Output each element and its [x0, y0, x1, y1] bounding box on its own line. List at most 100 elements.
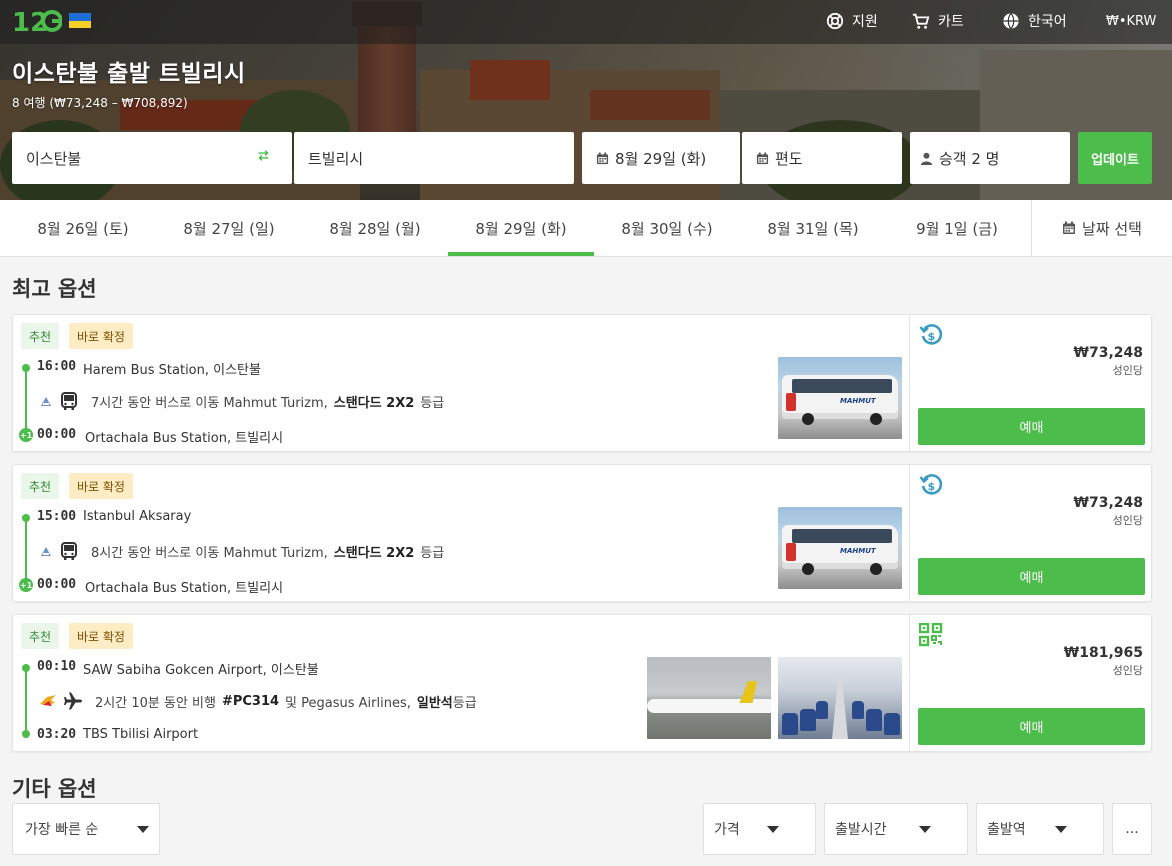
from-value: 이스탄불 [26, 149, 82, 168]
arrival-station: Ortachala Bus Station, 트빌리시 [85, 581, 284, 596]
more-filters-button[interactable]: ... [1112, 803, 1152, 855]
operator-logo-icon [41, 397, 51, 406]
refund-icon: $ [919, 324, 943, 345]
nav-support[interactable]: 지원 [826, 10, 878, 32]
arrival-station: TBS Tbilisi Airport [83, 727, 199, 742]
to-field[interactable]: 트빌리시 [294, 132, 574, 184]
price-per: 성인당 [1112, 514, 1143, 527]
departure-station-filter-label: 출발역 [987, 822, 1026, 838]
trip-card[interactable]: 추천 바로 확정 +1 15:00 Istanbul Aksaray 8시간 동… [12, 464, 1152, 602]
price-filter-label: 가격 [714, 822, 740, 838]
book-button[interactable]: 예매 [918, 708, 1145, 745]
recommended-badge: 추천 [21, 473, 60, 499]
user-icon [920, 152, 933, 165]
trip-card[interactable]: 추천 바로 확정 +1 16:00 Harem Bus Station, 이스탄… [12, 314, 1152, 452]
date-tab-active[interactable]: 8월 29일 (화) [448, 200, 594, 256]
date-value: 8월 29일 (화) [615, 149, 707, 168]
nav-language-label: 한국어 [1028, 14, 1067, 30]
duration-text: 2시간 10분 동안 비행 [95, 695, 216, 711]
departure-time: 16:00 [37, 359, 77, 374]
date-tabs: 8월 26일 (토) 8월 27일 (일) 8월 28일 (월) 8월 29일 … [0, 200, 1172, 257]
instant-confirm-badge: 바로 확정 [69, 323, 133, 349]
date-tab[interactable]: 8월 26일 (토) [10, 200, 156, 256]
update-button[interactable]: 업데이트 [1078, 132, 1152, 184]
bus-icon [61, 542, 77, 560]
return-field[interactable]: 편도 [742, 132, 902, 184]
calendar-icon [756, 151, 769, 164]
book-button[interactable]: 예매 [918, 408, 1145, 445]
timeline-start-dot [22, 664, 30, 672]
timeline-start-dot [22, 364, 30, 372]
nav-cart[interactable]: 카트 [912, 10, 964, 32]
plane-icon [64, 692, 82, 710]
departure-station: SAW Sabiha Gokcen Airport, 이스탄불 [83, 663, 319, 678]
departure-station-filter[interactable]: 출발역 [976, 803, 1104, 855]
class-name: 스탠다드 2X2 [333, 545, 415, 561]
date-picker-button[interactable]: 날짜 선택 [1031, 200, 1172, 256]
departure-station: Harem Bus Station, 이스탄불 [83, 363, 261, 378]
date-tab[interactable]: 8월 31일 (목) [740, 200, 886, 256]
refund-icon: $ [919, 474, 943, 495]
nav-currency-label: ₩•KRW [1106, 13, 1157, 29]
sort-value: 가장 빠른 순 [25, 822, 99, 838]
book-button[interactable]: 예매 [918, 558, 1145, 595]
bus-photo[interactable]: MAHMUT [778, 357, 902, 439]
lifebuoy-icon [826, 12, 844, 30]
flight-number: #PC314 [221, 693, 280, 709]
bus-icon [61, 392, 77, 410]
departure-time-filter[interactable]: 출발시간 [824, 803, 968, 855]
class-suffix: 등급 [452, 695, 477, 711]
duration-text: 7시간 동안 버스로 이동 Mahmut Turizm, [91, 395, 328, 411]
date-tab[interactable]: 8월 28일 (월) [302, 200, 448, 256]
plane-photo[interactable] [647, 657, 771, 739]
next-day-badge: +1 [19, 578, 33, 592]
recommended-badge: 추천 [21, 323, 60, 349]
sort-select[interactable]: 가장 빠른 순 [12, 803, 160, 855]
card-divider [909, 315, 910, 451]
chevron-down-icon [1055, 826, 1067, 833]
class-name: 스탠다드 2X2 [333, 395, 415, 411]
trip-details: 2시간 10분 동안 비행 #PC314 및 Pegasus Airlines,… [39, 691, 477, 711]
class-name: 일반석 [416, 695, 453, 711]
timeline [25, 365, 27, 435]
airline-text: 및 Pegasus Airlines, [285, 695, 411, 711]
cabin-photo[interactable] [778, 657, 902, 739]
operator-logo-icon [41, 547, 51, 556]
nav-currency[interactable]: ₩•KRW [1106, 10, 1156, 32]
timeline-start-dot [22, 514, 30, 522]
top-bar: 12 지원 카트 한국어 ₩•KRW [0, 0, 1172, 44]
nav-support-label: 지원 [852, 14, 878, 30]
trip-card[interactable]: 추천 바로 확정 00:10 SAW Sabiha Gokcen Airport… [12, 614, 1152, 752]
arrival-time: 03:20 [37, 727, 77, 742]
price-filter[interactable]: 가격 [703, 803, 816, 855]
card-divider [909, 465, 910, 601]
departure-time-filter-label: 출발시간 [835, 822, 887, 838]
more-filters-label: ... [1125, 821, 1139, 837]
passengers-field[interactable]: 승객 2 명 [910, 132, 1070, 184]
duration-text: 8시간 동안 버스로 이동 Mahmut Turizm, [91, 545, 328, 561]
date-field[interactable]: 8월 29일 (화) [582, 132, 740, 184]
chevron-down-icon [767, 826, 779, 833]
price-per: 성인당 [1112, 664, 1143, 677]
bus-photo[interactable]: MAHMUT [778, 507, 902, 589]
date-tab[interactable]: 8월 30일 (수) [594, 200, 740, 256]
page-subtitle: 8 여행 (₩73,248 – ₩708,892) [12, 96, 188, 110]
nav-language[interactable]: 한국어 [1002, 10, 1067, 32]
date-tab[interactable]: 9월 1일 (금) [884, 200, 1030, 256]
from-field[interactable]: 이스탄불 [12, 132, 292, 184]
nav-cart-label: 카트 [938, 14, 964, 30]
svg-text:$: $ [928, 480, 936, 493]
price: ₩181,965 [1063, 645, 1143, 661]
date-tab[interactable]: 8월 27일 (일) [156, 200, 302, 256]
to-value: 트빌리시 [308, 149, 364, 168]
calendar-icon [596, 151, 609, 164]
instant-confirm-badge: 바로 확정 [69, 473, 133, 499]
departure-station: Istanbul Aksaray [83, 509, 192, 524]
page-title: 이스탄불 출발 트빌리시 [12, 61, 246, 87]
swap-icon[interactable] [257, 149, 270, 162]
trip-details: 7시간 동안 버스로 이동 Mahmut Turizm, 스탠다드 2X2 등급 [39, 391, 444, 411]
timeline [25, 515, 27, 585]
12go-logo-icon[interactable]: 12 [12, 3, 62, 39]
instant-confirm-badge: 바로 확정 [69, 623, 133, 649]
arrival-time: 00:00 [37, 577, 77, 592]
